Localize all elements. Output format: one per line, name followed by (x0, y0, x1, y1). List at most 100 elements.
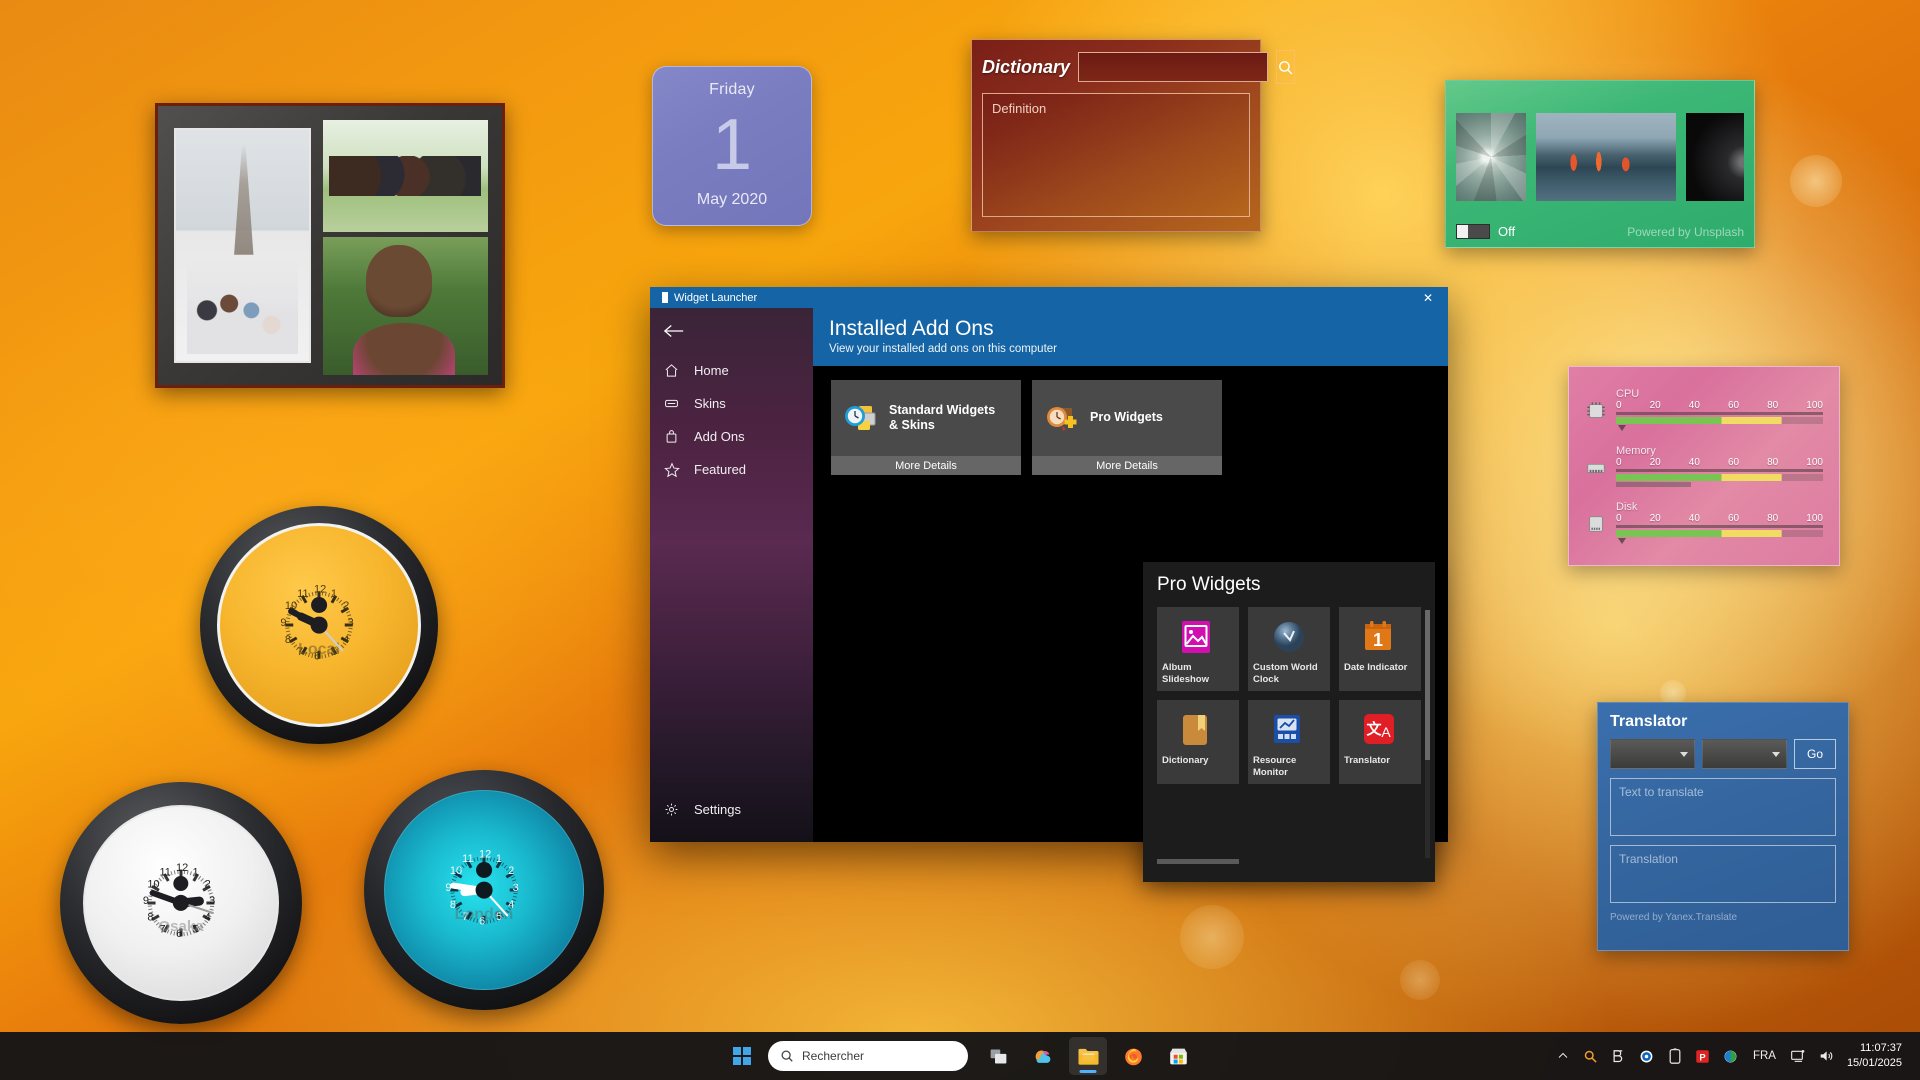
clock-widget-london[interactable]: 1 2 3 4 5 6 7 8 9 10 11 12 London (364, 770, 604, 1010)
page-subtitle: View your installed add ons on this comp… (829, 343, 1058, 356)
security-tray-icon[interactable] (1718, 1041, 1744, 1071)
close-icon[interactable]: ✕ (1408, 287, 1448, 308)
everything-search-tray-icon[interactable] (1578, 1041, 1604, 1071)
start-button[interactable] (723, 1037, 761, 1075)
addon-card-standard-widgets[interactable]: Standard Widgets & Skins More Details (831, 380, 1021, 476)
pro-tile-dictionary[interactable]: Dictionary (1157, 700, 1239, 785)
addon-card-list: Standard Widgets & Skins More Details Pr… (831, 380, 1448, 476)
resource-bar-disk (1616, 529, 1823, 537)
sidebar-item-home[interactable]: Home (650, 354, 813, 387)
photo-children-on-grass (322, 120, 488, 233)
translator-output-area[interactable]: Translation (1610, 845, 1836, 903)
sidebar-item-add-ons[interactable]: Add Ons (650, 420, 813, 453)
pdf-app-tray-icon[interactable]: P (1690, 1041, 1716, 1071)
dictionary-search-input[interactable] (1078, 52, 1269, 82)
sidebar-item-label: Add Ons (694, 429, 745, 444)
pro-panel-horizontal-scrollbar[interactable] (1157, 859, 1239, 865)
resource-marker-disk (1618, 537, 1627, 544)
clock-widget-local[interactable]: 1 2 3 4 5 6 7 8 9 10 11 12 Local (200, 506, 438, 744)
firefox-button[interactable] (1114, 1037, 1152, 1075)
task-view-button[interactable] (979, 1037, 1017, 1075)
more-details-button[interactable]: More Details (1032, 456, 1222, 476)
addon-card-pro-widgets[interactable]: Pro Widgets More Details (1032, 380, 1222, 476)
cloud-blue-icon (1641, 1050, 1653, 1062)
resource-body-memory: Memory 0 20 40 60 80 100 (1616, 445, 1823, 487)
speaker-icon (1820, 1051, 1833, 1061)
clock-widget-osaka[interactable]: 1 2 3 4 5 6 7 8 9 10 11 12 Osaka (60, 782, 302, 1024)
copilot-button[interactable] (1024, 1037, 1062, 1075)
pro-tile-date-indicator[interactable]: 1 Date Indicator (1339, 607, 1421, 692)
calendar-icon: 1 (1363, 620, 1397, 654)
dictionary-widget[interactable]: Dictionary Definition (971, 39, 1296, 232)
clock-city-label-local: Local (298, 640, 340, 658)
letter-p-red-icon: P (1696, 1049, 1710, 1063)
album-thumb-succulent[interactable] (1456, 112, 1526, 201)
battery-app-tray-icon[interactable] (1662, 1041, 1688, 1071)
chevron-up-icon (1558, 1052, 1568, 1058)
photo-frame-right-column (322, 114, 494, 377)
pro-widgets-panel[interactable]: Pro Widgets Album Slideshow Custom World… (1143, 562, 1435, 883)
pro-tile-resource-monitor[interactable]: Resource Monitor (1248, 700, 1330, 785)
album-thumb-lava[interactable] (1536, 112, 1676, 201)
scrollbar-thumb[interactable] (1425, 610, 1430, 761)
system-tray: P FRA 11:07:37 15/01/2025 (1550, 1032, 1912, 1080)
dictionary-search-button[interactable] (1276, 50, 1296, 84)
clock-numeral: 1 (495, 852, 502, 865)
translator-go-button[interactable]: Go (1794, 739, 1836, 769)
tick: 0 (1616, 399, 1622, 411)
more-details-button[interactable]: More Details (831, 456, 1021, 476)
network-button[interactable] (1785, 1041, 1811, 1071)
clock-and-date[interactable]: 11:07:37 15/01/2025 (1841, 1041, 1912, 1071)
clock-face: 1 2 3 4 5 6 7 8 9 10 11 12 Osaka (83, 805, 279, 1001)
pro-tile-translator[interactable]: 文 A Translator (1339, 700, 1421, 785)
translator-widget[interactable]: Translator Go Text to translate Translat… (1597, 702, 1849, 951)
language-indicator[interactable]: FRA (1746, 1050, 1783, 1062)
translator-source-language-select[interactable] (1610, 739, 1695, 769)
album-autoplay-toggle[interactable] (1456, 224, 1490, 239)
translator-target-language-select[interactable] (1702, 739, 1787, 769)
album-toggle-group[interactable]: Off (1456, 224, 1515, 239)
clock-numeral: 10 (147, 878, 160, 891)
pro-tile-album-slideshow[interactable]: Album Slideshow (1157, 607, 1239, 692)
world-clock-icon (1272, 620, 1306, 654)
album-slideshow-widget[interactable]: Off Powered by Unsplash (1445, 80, 1755, 248)
pro-widgets-panel-title: Pro Widgets (1157, 574, 1261, 596)
sidebar-item-settings[interactable]: Settings (650, 793, 813, 826)
addon-card-title: Pro Widgets (1090, 410, 1163, 426)
widget-launcher-window[interactable]: Widget Launcher ✕ Home Skins Add Ons Fea… (650, 287, 1448, 883)
sidebar-item-featured[interactable]: Featured (650, 453, 813, 486)
date-indicator-widget[interactable]: Friday 1 May 2020 (652, 66, 812, 226)
tick: 100 (1806, 512, 1823, 524)
back-button[interactable] (650, 308, 813, 354)
window-title: Widget Launcher (674, 291, 758, 304)
translator-input-area[interactable]: Text to translate (1610, 778, 1836, 836)
sidebar-item-skins[interactable]: Skins (650, 387, 813, 420)
home-icon (663, 362, 680, 379)
dictionary-title: Dictionary (982, 56, 1071, 77)
clock-plus-icon (1042, 398, 1082, 438)
photo-frame-widget[interactable] (155, 103, 505, 388)
pro-panel-vertical-scrollbar[interactable] (1425, 610, 1430, 859)
battery-icon (1669, 1048, 1681, 1064)
volume-button[interactable] (1813, 1041, 1839, 1071)
resource-track-memory (1616, 468, 1823, 472)
pro-tile-custom-world-clock[interactable]: Custom World Clock (1248, 607, 1330, 692)
album-thumb-dark[interactable] (1686, 112, 1744, 201)
star-icon (663, 461, 680, 478)
clock-numeral: 12 (314, 583, 327, 596)
dictionary-definition-area[interactable]: Definition (982, 93, 1250, 217)
onedrive-tray-icon[interactable] (1634, 1041, 1660, 1071)
sidebar: Home Skins Add Ons Featured Settings (650, 308, 813, 842)
show-hidden-icons-button[interactable] (1550, 1041, 1576, 1071)
microsoft-store-button[interactable] (1159, 1037, 1197, 1075)
window-titlebar[interactable]: Widget Launcher ✕ (650, 287, 1448, 308)
bitdefender-tray-icon[interactable] (1606, 1041, 1632, 1071)
tick: 40 (1688, 456, 1700, 468)
resource-monitor-widget[interactable]: CPU 0 20 40 60 80 100 Memory 0 20 40 60 … (1568, 366, 1840, 566)
file-explorer-button[interactable] (1069, 1037, 1107, 1075)
clock-numeral: 9 (142, 895, 150, 907)
search-input[interactable]: Rechercher (768, 1041, 968, 1071)
photo-frame-left-column (166, 114, 317, 377)
page-title: Installed Add Ons (829, 317, 994, 340)
tick: 0 (1616, 456, 1622, 468)
